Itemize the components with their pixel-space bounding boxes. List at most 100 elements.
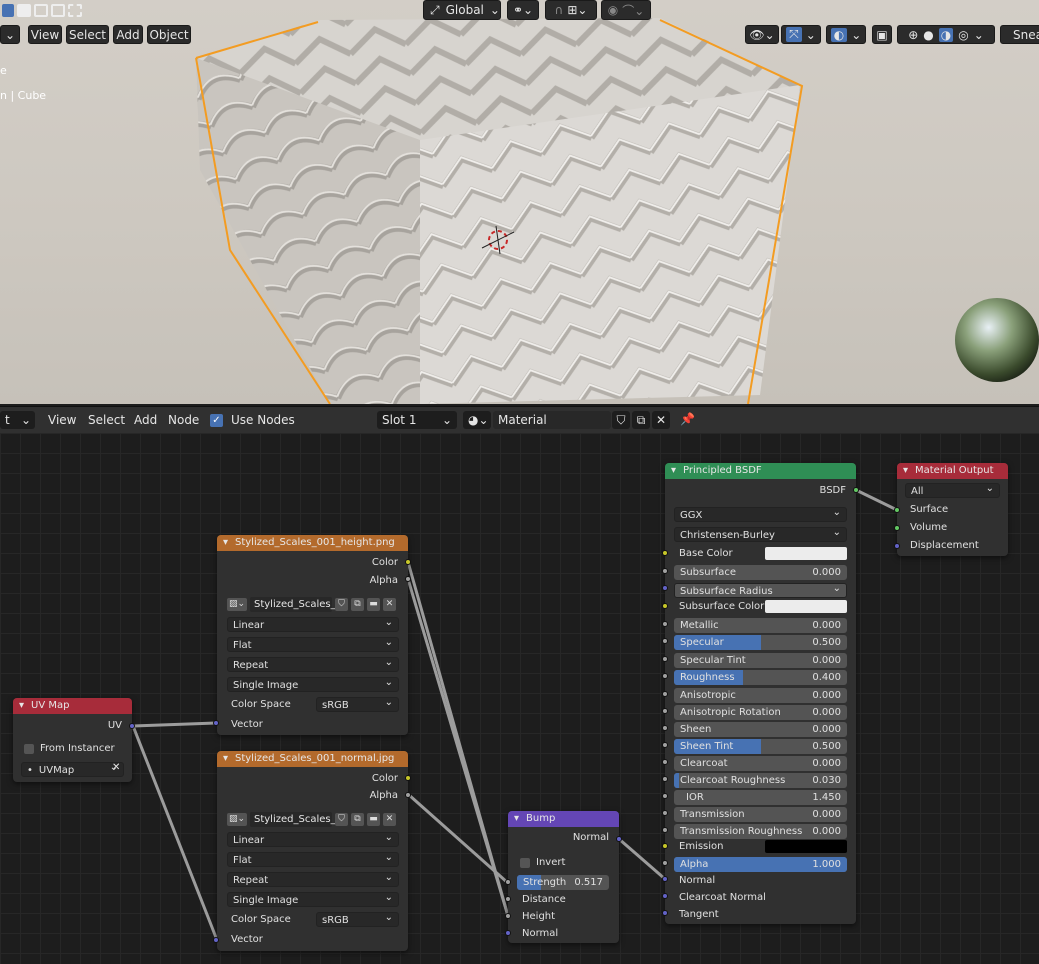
sneak-peek-addon-button[interactable]: Snea	[1000, 25, 1039, 44]
subsurface-field[interactable]: Subsurface 0.000	[674, 565, 847, 580]
surface-socket[interactable]	[894, 507, 900, 513]
displacement-socket[interactable]	[894, 543, 900, 549]
select-new-icon[interactable]	[16, 4, 31, 17]
node-menu[interactable]: Node	[168, 413, 199, 427]
add-menu[interactable]: Add	[134, 413, 157, 427]
copy-icon[interactable]: ⧉	[351, 597, 364, 611]
node-title[interactable]: UV Map	[13, 698, 132, 714]
normal-socket[interactable]	[662, 876, 668, 882]
ior-socket[interactable]	[662, 793, 668, 799]
base-color-swatch[interactable]	[765, 547, 847, 560]
clearcoat-normal-socket[interactable]	[662, 893, 668, 899]
node-title[interactable]: Material Output	[897, 463, 1008, 479]
pin-icon[interactable]: 📌	[680, 412, 695, 426]
transmission-field[interactable]: Transmission 0.000	[674, 807, 847, 822]
select-menu[interactable]: Select	[66, 25, 109, 44]
roughness-field[interactable]: Roughness 0.400	[674, 670, 847, 685]
clearcoat-socket[interactable]	[662, 759, 668, 765]
specular-field[interactable]: Specular 0.500	[674, 635, 847, 650]
transform-orientation-dropdown[interactable]: ⤢ Global ⌄	[423, 0, 501, 20]
specular-socket[interactable]	[662, 638, 668, 644]
image-datablock-row[interactable]: ▨⌄ Stylized_Scales_0.. ⛉ ⧉ ▬ ✕	[227, 596, 396, 612]
close-icon[interactable]: ✕	[112, 762, 120, 773]
folder-icon[interactable]: ▬	[367, 812, 380, 826]
subsurface-color-swatch[interactable]	[765, 600, 847, 613]
tangent-socket[interactable]	[662, 910, 668, 916]
sheen-tint-field[interactable]: Sheen Tint 0.500	[674, 739, 847, 754]
unlink-material-button[interactable]: ✕	[652, 411, 670, 429]
uvmap-selector[interactable]: • UVMap	[21, 760, 124, 777]
emission-color-swatch[interactable]	[765, 840, 847, 853]
view-menu[interactable]: View	[28, 25, 62, 44]
invert-checkbox[interactable]	[520, 858, 530, 868]
color-space-dropdown[interactable]: sRGB	[316, 695, 399, 712]
transmission-roughness-socket[interactable]	[662, 827, 668, 833]
node-editor-canvas[interactable]: UV Map UV From Instancer •UVMap ✕ Styliz…	[0, 433, 1039, 964]
sheen-field[interactable]: Sheen 0.000	[674, 722, 847, 737]
image-texture-height-node[interactable]: Stylized_Scales_001_height.png Color Alp…	[217, 535, 408, 735]
height-alpha-socket[interactable]	[405, 576, 411, 582]
subsurface-radius-dropdown[interactable]: Subsurface Radius	[674, 581, 847, 598]
alpha-socket[interactable]	[662, 860, 668, 866]
anisotropic-rotation-socket[interactable]	[662, 708, 668, 714]
sheen-socket[interactable]	[662, 725, 668, 731]
specular-tint-socket[interactable]	[662, 656, 668, 662]
source-dropdown[interactable]: Single Image	[227, 675, 399, 692]
node-title[interactable]: Stylized_Scales_001_height.png	[217, 535, 408, 551]
clearcoat-roughness-socket[interactable]	[662, 776, 668, 782]
bsdf-output-socket[interactable]	[853, 487, 859, 493]
select-menu[interactable]: Select	[88, 413, 125, 427]
subsurface-radius-socket[interactable]	[662, 585, 668, 591]
sheen-tint-socket[interactable]	[662, 742, 668, 748]
folder-icon[interactable]: ▬	[367, 597, 380, 611]
select-mode-group[interactable]	[0, 2, 84, 20]
overlays-button[interactable]: ◐ ⌄	[826, 25, 866, 44]
output-target-dropdown[interactable]: All	[905, 481, 1000, 498]
subsurface-socket[interactable]	[662, 568, 668, 574]
uv-map-node[interactable]: UV Map UV From Instancer •UVMap ✕	[13, 698, 132, 782]
interpolation-dropdown[interactable]: Linear	[227, 830, 399, 847]
material-name-field[interactable]: Material	[493, 411, 611, 429]
slot-dropdown[interactable]: Slot 1 ⌄	[377, 411, 457, 429]
image-name-field[interactable]: Stylized_Scales_0..	[250, 596, 348, 612]
material-browse-button[interactable]: ◕⌄	[463, 411, 491, 429]
extension-dropdown[interactable]: Repeat	[227, 655, 399, 672]
principled-bsdf-node[interactable]: Principled BSDF BSDF GGX Christensen-Bur…	[665, 463, 856, 924]
fake-user-button[interactable]: ⛉	[612, 411, 630, 429]
metallic-socket[interactable]	[662, 621, 668, 627]
normal-vector-socket[interactable]	[213, 937, 219, 943]
transmission-roughness-field[interactable]: Transmission Roughness 0.000	[674, 824, 847, 839]
source-dropdown[interactable]: Single Image	[227, 890, 399, 907]
pivot-point-button[interactable]: ⚭⌄	[507, 0, 539, 20]
ior-field[interactable]: IOR 1.450	[674, 790, 847, 805]
volume-socket[interactable]	[894, 525, 900, 531]
select-box-icon[interactable]	[2, 4, 14, 17]
material-output-node[interactable]: Material Output All Surface Volume Displ…	[897, 463, 1008, 556]
height-vector-socket[interactable]	[213, 720, 219, 726]
3d-viewport[interactable]: ⤢ Global ⌄ ⚭⌄ ∩ ⊞⌄ ◉ ⌒⌄ ⌄ View Select Add Ob…	[0, 0, 1039, 404]
node-title[interactable]: Principled BSDF	[665, 463, 856, 479]
anisotropic-field[interactable]: Anisotropic 0.000	[674, 688, 847, 703]
copy-icon[interactable]: ⧉	[351, 812, 364, 826]
clearcoat-field[interactable]: Clearcoat 0.000	[674, 756, 847, 771]
subsurface-color-socket[interactable]	[662, 603, 668, 609]
color-space-dropdown[interactable]: sRGB	[316, 910, 399, 927]
add-menu[interactable]: Add	[113, 25, 143, 44]
from-instancer-checkbox[interactable]	[24, 744, 34, 754]
projection-dropdown[interactable]: Flat	[227, 635, 399, 652]
bump-normal-input-socket[interactable]	[505, 930, 511, 936]
bump-distance-socket[interactable]	[505, 896, 511, 902]
editor-type-dropdown[interactable]: t ⌄	[0, 411, 35, 429]
subsurface-method-dropdown[interactable]: Christensen-Burley	[674, 525, 847, 542]
normal-alpha-socket[interactable]	[405, 792, 411, 798]
bump-strength-socket[interactable]	[505, 879, 511, 885]
gizmo-button[interactable]: ⤧ ⌄	[781, 25, 821, 44]
node-title[interactable]: Stylized_Scales_001_normal.jpg	[217, 751, 408, 767]
mode-dropdown[interactable]: ⌄	[0, 25, 20, 44]
solid-shading-icon[interactable]: ●	[923, 28, 933, 42]
node-title[interactable]: Bump	[508, 811, 619, 827]
rendered-shading-icon[interactable]: ◎	[958, 28, 968, 42]
proportional-editing-button[interactable]: ◉ ⌒⌄	[601, 0, 651, 20]
specular-tint-field[interactable]: Specular Tint 0.000	[674, 653, 847, 668]
clearcoat-roughness-field[interactable]: Clearcoat Roughness 0.030	[674, 773, 847, 788]
